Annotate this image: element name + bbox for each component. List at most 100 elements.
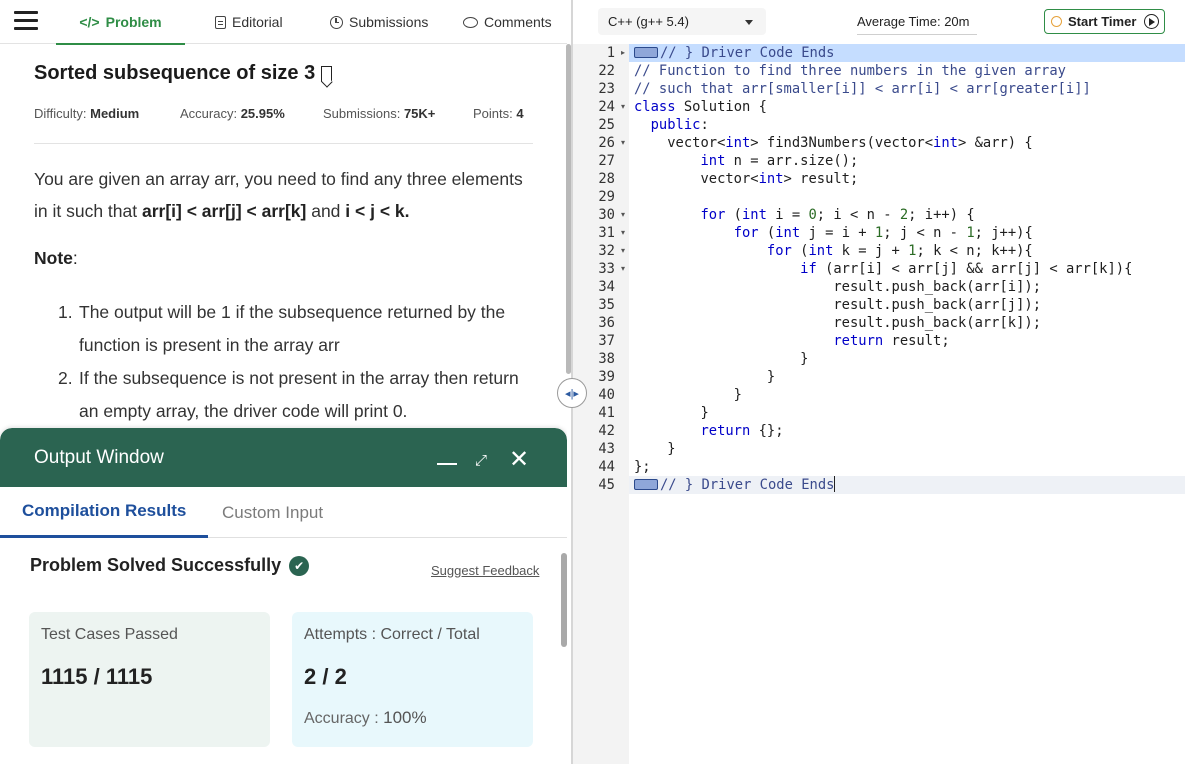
line-number: 37 [598,333,615,349]
code-line[interactable]: } [634,386,742,404]
fold-toggle-icon[interactable]: ▾ [618,134,628,152]
line-number: 23 [598,81,615,97]
top-nav: </> Problem Editorial Submissions Commen… [0,0,567,45]
accuracy-label: Accuracy: [180,106,238,121]
code-line[interactable]: // Function to find three numbers in the… [634,62,1066,80]
code-line[interactable]: public: [634,116,709,134]
code-line[interactable]: result.push_back(arr[k]); [634,314,1041,332]
description-condition: arr[i] < arr[j] < arr[k] [141,201,307,221]
code-line[interactable]: class Solution { [634,98,767,116]
problem-description: You are given an array arr, you need to … [34,163,534,227]
line-number: 36 [598,315,615,331]
list-item: 1. The output will be 1 if the subsequen… [58,296,538,362]
line-number: 22 [598,63,615,79]
points-label: Points: [473,106,513,121]
code-line[interactable]: } [634,440,675,458]
code-line[interactable]: for (int k = j + 1; k < n; k++){ [634,242,1033,260]
tab-comments[interactable]: Comments [463,0,552,44]
tab-submissions-label: Submissions [349,14,429,30]
attempts-card: Attempts : Correct / Total 2 / 2 Accurac… [292,612,533,747]
line-number: 30 [598,207,615,223]
output-window: Output Window ⤢ ✕ Compilation Results Cu… [0,428,567,764]
code-editor[interactable]: // } Driver Code Ends// Function to find… [629,44,1185,764]
tab-submissions[interactable]: Submissions [330,0,428,44]
line-number: 27 [598,153,615,169]
test-cases-card: Test Cases Passed 1115 / 1115 [29,612,270,747]
code-line[interactable]: vector<int> result; [634,170,858,188]
accuracy-value: 25.95% [240,106,285,121]
editor-toolbar: C++ (g++ 5.4) Average Time: 20m Start Ti… [573,0,1185,44]
resize-handle-icon[interactable]: ◂|▸ [557,378,587,408]
test-cases-value: 1115 / 1115 [41,664,153,689]
submissions-value: 75K+ [403,106,436,121]
code-line[interactable]: int n = arr.size(); [634,152,858,170]
bookmark-icon[interactable] [321,65,333,82]
line-number: 33 [598,261,615,277]
code-line[interactable]: if (arr[i] < arr[j] && arr[j] < arr[k]){ [634,260,1132,278]
note-label: Note [34,248,73,268]
difficulty-meta: Difficulty: Medium [34,106,139,121]
tab-editorial[interactable]: Editorial [215,0,283,44]
line-number: 32 [598,243,615,259]
fold-toggle-icon[interactable]: ▸ [618,44,628,62]
line-number: 44 [598,459,615,475]
accuracy-meta: Accuracy: 25.95% [180,106,285,121]
hamburger-menu-icon[interactable] [14,9,38,33]
line-number: 1 [606,45,615,61]
tab-custom-input[interactable]: Custom Input [222,487,323,538]
code-line[interactable]: } [634,350,808,368]
tab-compilation-results[interactable]: Compilation Results [0,487,209,538]
average-time: Average Time: 20m [857,8,977,35]
close-icon[interactable]: ✕ [509,448,529,472]
line-number: 26 [598,135,615,151]
start-timer-button[interactable]: Start Timer [1044,9,1165,34]
code-line[interactable]: return result; [634,332,949,350]
minimize-icon[interactable] [437,463,457,465]
line-number: 24 [598,99,615,115]
line-number: 45 [598,477,615,493]
submissions-label: Submissions: [323,106,401,121]
code-line[interactable]: result.push_back(arr[j]); [634,296,1041,314]
line-number: 35 [598,297,615,313]
list-item-text: If the subsequence is not present in the… [79,368,519,421]
alarm-clock-icon [1051,16,1062,27]
fold-toggle-icon[interactable]: ▾ [618,206,628,224]
chevron-down-icon [745,20,753,25]
tab-problem-label: Problem [105,13,162,30]
code-line[interactable]: result.push_back(arr[i]); [634,278,1041,296]
code-line[interactable]: vector<int> find3Numbers(vector<int> &ar… [634,134,1033,152]
fold-toggle-icon[interactable]: ▾ [618,224,628,242]
list-item-number: 1. [58,302,73,322]
line-number: 34 [598,279,615,295]
code-line[interactable]: }; [634,458,651,476]
editor-pane: C++ (g++ 5.4) Average Time: 20m Start Ti… [573,0,1185,764]
line-number: 43 [598,441,615,457]
code-line[interactable]: // } Driver Code Ends [634,44,834,62]
difficulty-label: Difficulty: [34,106,87,121]
tab-problem[interactable]: </> Problem [56,0,185,45]
code-line[interactable]: } [634,404,708,422]
code-line[interactable]: for (int j = i + 1; j < n - 1; j++){ [634,224,1033,242]
play-icon [1144,14,1160,29]
output-title: Output Window [34,447,164,468]
code-line[interactable]: } [634,368,775,386]
fold-toggle-icon[interactable]: ▾ [618,98,628,116]
fold-toggle-icon[interactable]: ▾ [618,260,628,278]
output-scrollbar[interactable] [561,553,567,647]
points-value: 4 [516,106,524,121]
expand-icon[interactable]: ⤢ [472,452,490,470]
code-line[interactable]: for (int i = 0; i < n - 2; i++) { [634,206,974,224]
test-cases-label: Test Cases Passed [41,626,178,643]
note-colon: : [72,248,78,268]
code-line[interactable]: return {}; [634,422,783,440]
code-line[interactable]: // such that arr[smaller[i]] < arr[i] < … [634,80,1091,98]
fold-toggle-icon[interactable]: ▾ [618,242,628,260]
language-select[interactable]: C++ (g++ 5.4) [598,8,766,35]
language-value: C++ (g++ 5.4) [608,14,689,29]
problem-pane: </> Problem Editorial Submissions Commen… [0,0,567,764]
line-number: 38 [598,351,615,367]
code-line[interactable]: // } Driver Code Ends [634,476,836,494]
line-number: 25 [598,117,615,133]
suggest-feedback-link[interactable]: Suggest Feedback [431,563,539,578]
output-header: Output Window ⤢ ✕ [0,428,567,487]
